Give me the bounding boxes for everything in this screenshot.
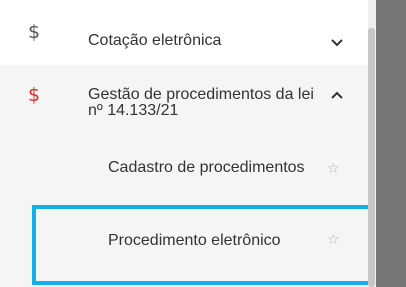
submenu-item-label: Cadastro de procedimentos [108, 159, 305, 176]
menu-item-gestao-procedimentos[interactable]: $ Gestão de procedimentos da lei nº 14.1… [0, 65, 368, 135]
star-icon[interactable]: ☆ [327, 161, 340, 177]
submenu-item-procedimento-eletronico[interactable]: Procedimento eletrônico ☆ [0, 209, 368, 273]
dollar-icon: $ [28, 21, 41, 43]
overlay-panel [376, 0, 406, 287]
submenu-item-label: Procedimento eletrônico [108, 232, 281, 249]
menu-item-cotacao-eletronica[interactable]: $ Cotação eletrônica [0, 0, 368, 65]
star-icon[interactable]: ☆ [327, 232, 340, 248]
chevron-up-icon[interactable] [330, 90, 344, 100]
scrollbar-thumb[interactable] [368, 28, 375, 287]
menu-item-label: Gestão de procedimentos da lei nº 14.133… [88, 86, 314, 119]
sidebar-menu: $ Cotação eletrônica $ Gestão de procedi… [0, 0, 374, 287]
chevron-down-icon[interactable] [330, 38, 344, 48]
menu-item-label: Cotação eletrônica [88, 32, 222, 49]
dollar-icon: $ [28, 84, 41, 106]
menu-group-gestao: $ Gestão de procedimentos da lei nº 14.1… [0, 65, 368, 287]
submenu-item-cadastro-procedimentos[interactable]: Cadastro de procedimentos ☆ [0, 153, 368, 217]
